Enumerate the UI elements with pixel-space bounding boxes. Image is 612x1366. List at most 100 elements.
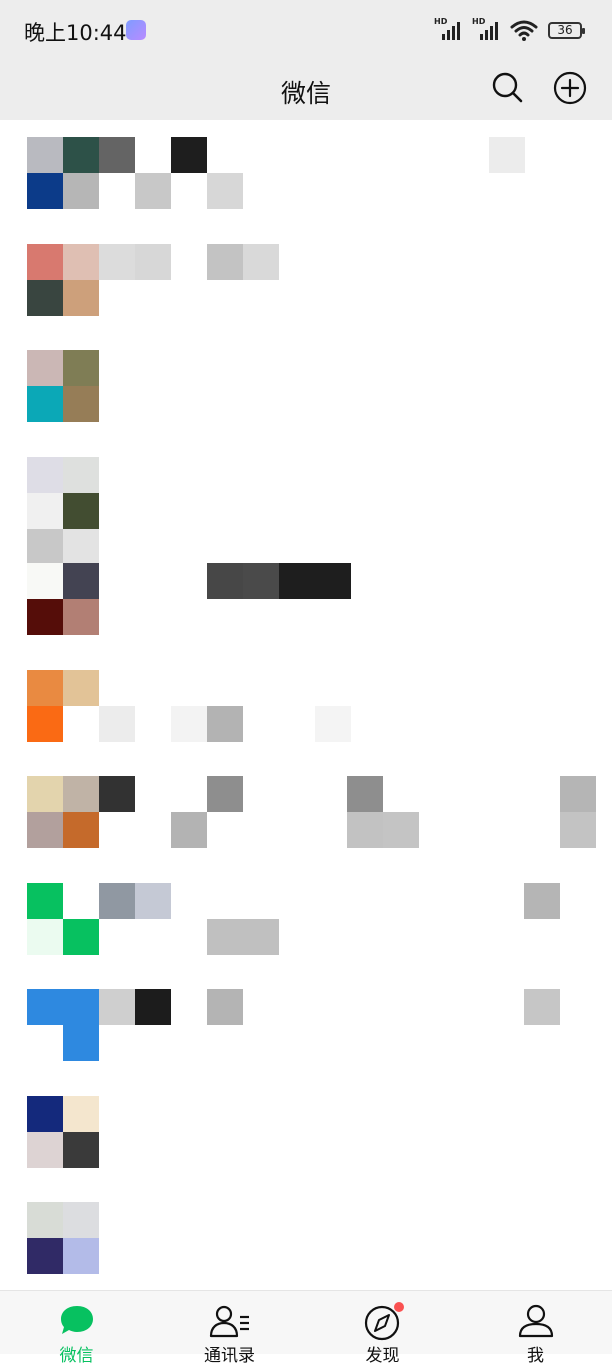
chat-row[interactable] <box>0 759 612 865</box>
pixelated-preview-block <box>207 919 243 955</box>
pixelated-preview-block <box>243 244 279 280</box>
avatar-tile <box>63 1132 99 1168</box>
avatar-tile <box>27 776 63 812</box>
top-nav-bar: 微信 <box>0 60 612 120</box>
avatar-tile <box>27 989 63 1025</box>
pixelated-preview-block <box>315 563 351 599</box>
contacts-icon <box>209 1305 249 1338</box>
chat-row[interactable] <box>0 227 612 333</box>
battery-level: 36 <box>557 22 573 37</box>
avatar-tile <box>63 1025 99 1061</box>
avatar-tile <box>63 919 99 955</box>
avatar-tile <box>27 493 63 529</box>
avatar-tile <box>63 563 99 599</box>
tab-discover-label: 发现 <box>365 1346 400 1366</box>
battery-icon: 36 <box>548 21 585 39</box>
chat-row[interactable] <box>0 333 612 439</box>
status-bar: 晚上10:44 HD HD 36 <box>0 0 612 60</box>
chat-avatar <box>27 1096 99 1168</box>
avatar-tile <box>27 706 63 742</box>
person-icon <box>518 1304 553 1338</box>
pixelated-preview-block <box>560 776 596 812</box>
avatar-tile <box>27 563 63 599</box>
pixelated-preview-block <box>99 137 135 173</box>
avatar-tile <box>27 1238 63 1274</box>
chat-row[interactable] <box>0 546 612 652</box>
pixelated-preview-block <box>207 173 243 209</box>
tab-contacts[interactable]: 通讯录 <box>153 1291 306 1366</box>
pixelated-preview-block <box>207 244 243 280</box>
tab-chats-label: 微信 <box>59 1346 94 1366</box>
pixelated-preview-block <box>99 989 135 1025</box>
avatar-tile <box>63 173 99 209</box>
pixelated-preview-block <box>524 989 560 1025</box>
avatar-tile <box>27 1025 63 1061</box>
avatar-tile <box>63 244 99 280</box>
avatar-tile <box>63 280 99 316</box>
pixelated-preview-block <box>99 706 135 742</box>
status-time: 晚上10:44 <box>24 21 127 45</box>
pixelated-preview-block <box>135 173 171 209</box>
pixelated-preview-block <box>171 137 207 173</box>
pixelated-preview-block <box>135 137 171 173</box>
pixelated-preview-block <box>207 989 243 1025</box>
pixelated-preview-block <box>171 812 207 848</box>
signal-1-label: HD <box>434 17 448 26</box>
chat-avatar <box>27 563 99 635</box>
pixelated-preview-block <box>383 812 419 848</box>
avatar-tile <box>63 493 99 529</box>
pixelated-preview-block <box>99 883 135 919</box>
pixelated-preview-block <box>99 244 135 280</box>
search-icon[interactable] <box>490 70 526 106</box>
pixelated-preview-block <box>135 989 171 1025</box>
chat-bubble-icon <box>60 1306 93 1334</box>
chat-row[interactable] <box>0 972 612 1078</box>
avatar-tile <box>27 244 63 280</box>
avatar-tile <box>27 137 63 173</box>
pixelated-preview-block <box>279 563 315 599</box>
chat-row[interactable] <box>0 440 612 565</box>
avatar-tile <box>27 457 63 493</box>
tab-chats[interactable]: 微信 <box>0 1291 153 1366</box>
avatar-tile <box>27 599 63 635</box>
tab-contacts-label: 通讯录 <box>204 1346 255 1366</box>
signal-2-icon: HD <box>472 18 504 42</box>
avatar-tile <box>27 919 63 955</box>
avatar-tile <box>27 350 63 386</box>
avatar-tile <box>27 883 63 919</box>
avatar-tile <box>63 1202 99 1238</box>
avatar-tile <box>63 599 99 635</box>
pixelated-preview-block <box>243 563 279 599</box>
status-indicators: HD HD 36 <box>434 16 585 44</box>
chat-avatar <box>27 350 99 422</box>
chat-row[interactable] <box>0 653 612 759</box>
avatar-tile <box>63 386 99 422</box>
pixelated-preview-block <box>171 706 207 742</box>
pixelated-preview-block <box>524 883 560 919</box>
avatar-tile <box>27 1096 63 1132</box>
pixelated-preview-block <box>347 812 383 848</box>
tab-discover[interactable]: 发现 <box>306 1291 459 1366</box>
bottom-tab-bar: 微信 通讯录 发现 我 <box>0 1290 612 1366</box>
chat-row[interactable] <box>0 1079 612 1185</box>
avatar-tile <box>63 1096 99 1132</box>
pixelated-preview-block <box>560 812 596 848</box>
avatar-tile <box>63 457 99 493</box>
chat-avatar <box>27 137 99 209</box>
tab-me[interactable]: 我 <box>459 1291 612 1366</box>
signal-2-label: HD <box>472 17 486 26</box>
discover-badge-dot <box>394 1302 404 1312</box>
pixelated-preview-block <box>207 776 243 812</box>
plus-circle-icon[interactable] <box>552 70 588 106</box>
chat-avatar <box>27 776 99 848</box>
chat-row[interactable] <box>0 1185 612 1290</box>
pixelated-preview-block <box>315 706 351 742</box>
chat-list[interactable] <box>0 120 612 1290</box>
chat-row[interactable] <box>0 120 612 226</box>
avatar-tile <box>27 280 63 316</box>
chat-row[interactable] <box>0 866 612 972</box>
chat-avatar <box>27 1202 99 1274</box>
avatar-tile <box>63 670 99 706</box>
avatar-tile <box>27 386 63 422</box>
pixelated-preview-block <box>99 776 135 812</box>
